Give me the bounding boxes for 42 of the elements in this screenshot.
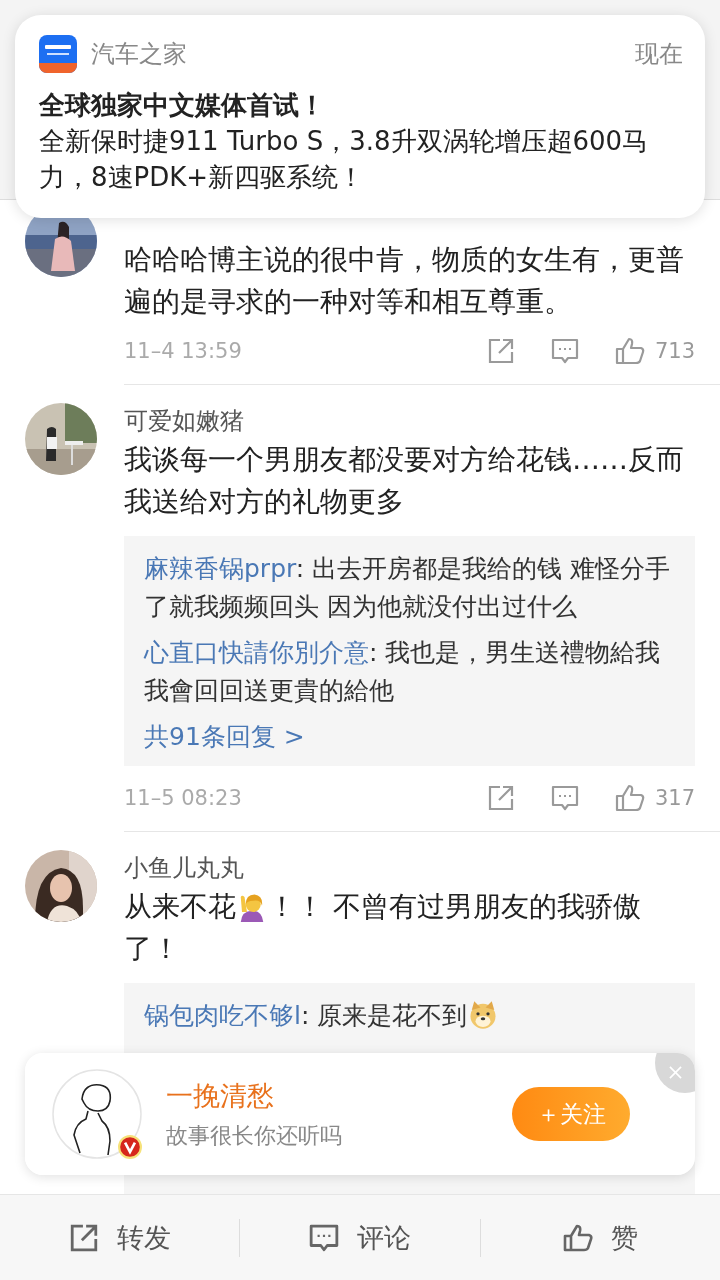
- comment-time: 11–4 13:59: [124, 339, 242, 363]
- comment-time: 11–5 08:23: [124, 786, 242, 810]
- share-icon[interactable]: [486, 337, 515, 365]
- comment-text: ！！ 不曾有过男朋友的我骄傲: [268, 890, 641, 923]
- comment-text: 我谈每一个男朋友都没要对方给花钱……反而我送给对方的礼物更多: [124, 443, 684, 518]
- user-name[interactable]: 小鱼儿丸丸: [124, 850, 695, 886]
- user-name[interactable]: 可爱如嫩猪: [124, 403, 695, 439]
- like-button[interactable]: 713: [614, 337, 695, 365]
- thumbs-up-icon: [614, 784, 645, 812]
- notification-time: 现在: [635, 39, 683, 70]
- thumbs-up-icon: [614, 337, 645, 365]
- reply-text: 心直口快請你別介意: 我也是，男生送禮物給我我會回回送更貴的給他: [144, 638, 661, 705]
- comment-icon[interactable]: [550, 337, 579, 365]
- share-icon[interactable]: [486, 784, 515, 812]
- reply-text: 麻辣香锅prpr: 出去开房都是我给的钱 难怪分手了就我频频回头 因为他就没付出过什么: [144, 554, 671, 621]
- comment-icon: [309, 1222, 339, 1253]
- thumbs-up-icon: [562, 1222, 593, 1253]
- comment-button[interactable]: 评论: [240, 1207, 480, 1268]
- reply-text: 锅包肉吃不够l: 原来是花不到: [144, 1001, 468, 1030]
- more-replies-link[interactable]: 共91条回复 >: [144, 718, 305, 756]
- user-name[interactable]: 一挽清愁: [166, 1077, 342, 1115]
- reply-user-link[interactable]: 锅包肉吃不够l: [144, 1001, 301, 1030]
- notification-title: 全球独家中文媒体首试！: [39, 89, 326, 122]
- reply-user-link[interactable]: 麻辣香锅prpr: [144, 554, 296, 583]
- comment-icon[interactable]: [550, 784, 579, 812]
- app-name: 汽车之家: [91, 39, 187, 70]
- notification-body: 全新保时捷911 Turbo S，3.8升双涡轮增压超600马力，8速PDK+新四驱系统！: [39, 125, 650, 194]
- user-bio: 故事很长你还听吗: [166, 1122, 342, 1150]
- like-count: 713: [654, 339, 695, 363]
- comment-text: 哈哈哈博主说的很中肯，物质的女生有，更普遍的是寻求的一种对等和相互尊重。: [124, 243, 684, 318]
- notification-card[interactable]: 汽车之家 现在 全球独家中文媒体首试！ 全新保时捷911 Turbo S，3.8升双涡轮增压超600马力，8速PDK+新四驱系统！: [15, 15, 705, 218]
- share-icon: [68, 1222, 99, 1253]
- follow-button[interactable]: ＋关注: [512, 1087, 630, 1141]
- comment-text: 从来不花: [124, 890, 236, 923]
- share-button[interactable]: 转发: [0, 1207, 240, 1268]
- comment-text: 了！: [124, 932, 180, 965]
- like-button[interactable]: 317: [614, 784, 695, 812]
- app-icon: [39, 35, 77, 73]
- like-button[interactable]: 赞: [480, 1207, 720, 1268]
- close-icon: [669, 1066, 682, 1079]
- like-count: 317: [654, 786, 695, 810]
- reply-user-link[interactable]: 心直口快請你別介意: [144, 638, 369, 667]
